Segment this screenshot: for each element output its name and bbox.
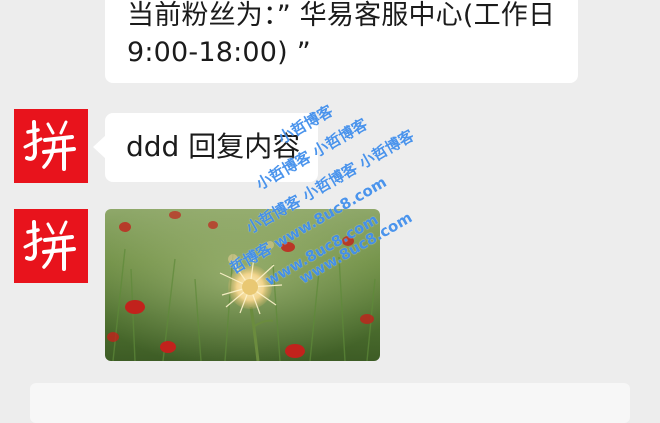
message-input-bar[interactable]	[30, 383, 630, 423]
sender-avatar[interactable]	[14, 109, 88, 183]
avatar-logo-icon	[14, 209, 88, 283]
sender-avatar[interactable]	[14, 209, 88, 283]
image-message[interactable]	[105, 209, 380, 361]
chat-area: 当前粉丝为：” 华易客服中心(工作日 9:00-18:00) ” ddd 回复内…	[0, 0, 660, 423]
message-bubble-2[interactable]: ddd 回复内容	[105, 113, 318, 182]
message-bubble-1[interactable]: 当前粉丝为：” 华易客服中心(工作日 9:00-18:00) ”	[105, 0, 578, 83]
message-text-1: 当前粉丝为：” 华易客服中心(工作日 9:00-18:00) ”	[127, 0, 565, 68]
field-flowers-photo	[105, 209, 380, 361]
message-text-2: ddd 回复内容	[126, 130, 301, 163]
avatar-logo-icon	[14, 109, 88, 183]
